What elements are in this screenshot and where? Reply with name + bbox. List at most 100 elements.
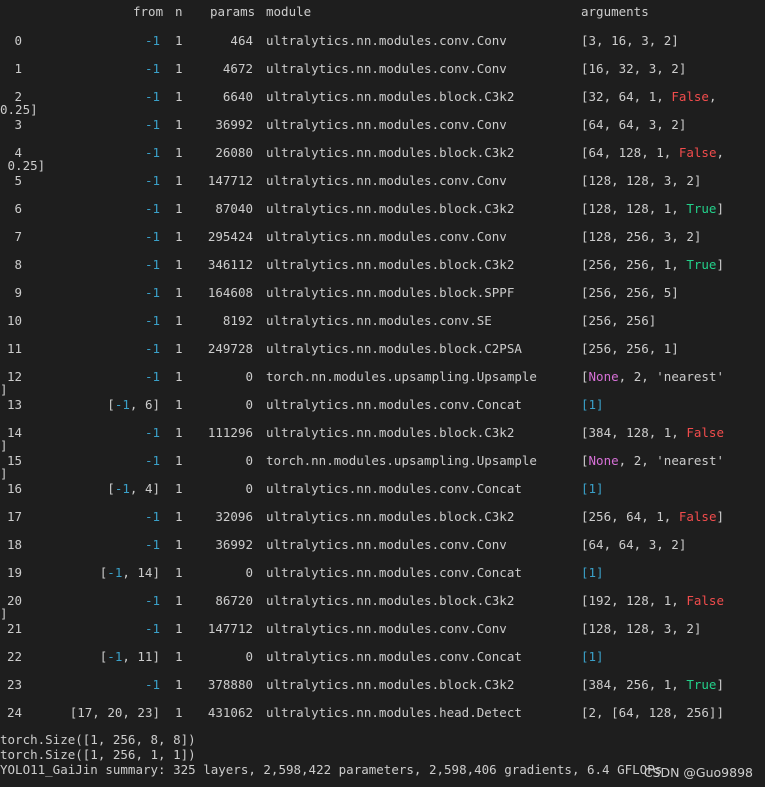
arguments-prefix: [64, 128, 1, (581, 145, 679, 160)
footer-summary-line: YOLO11_GaiJin summary: 325 layers, 2,598… (0, 762, 663, 777)
layer-params: 6640 (222, 89, 253, 104)
layer-arguments: [256, 256, 1, True] (581, 257, 724, 272)
layer-module: ultralytics.nn.modules.block.C3k2 (266, 425, 515, 440)
layer-params: 0 (245, 565, 253, 580)
layer-params: 36992 (215, 117, 253, 132)
arguments-prefix: [384, 128, 1, (581, 425, 687, 440)
layer-module: ultralytics.nn.modules.block.C3k2 (266, 201, 515, 216)
layer-arguments: [1] (581, 481, 604, 496)
arguments-bool: False (686, 425, 724, 440)
column-header-from: from (133, 4, 164, 19)
arguments-prefix: [256, 256, 1, (581, 257, 687, 272)
footer-size-line-2: torch.Size([1, 256, 1, 1]) (0, 747, 196, 762)
layer-params: 8192 (222, 313, 253, 328)
column-header-arguments: arguments (581, 4, 649, 19)
layer-arguments: [256, 64, 1, False] (581, 509, 724, 524)
arguments-bool: False (678, 509, 717, 524)
layer-arguments: [256, 256, 1] (581, 341, 679, 356)
layer-params: 464 (230, 33, 253, 48)
layer-module: ultralytics.nn.modules.head.Detect (266, 705, 522, 720)
layer-module: torch.nn.modules.upsampling.Upsample (266, 453, 537, 468)
layer-arguments: [1] (581, 565, 604, 580)
arguments-open: [ (581, 453, 589, 468)
layer-arguments: [1] (581, 649, 604, 664)
layer-params: 0 (245, 481, 253, 496)
layer-params: 86720 (215, 593, 253, 608)
arguments-suffix: ] (716, 201, 724, 216)
footer-size-line-1: torch.Size([1, 256, 8, 8]) (0, 732, 196, 747)
column-header-params: params (210, 4, 256, 19)
layer-module: ultralytics.nn.modules.conv.Conv (266, 33, 507, 48)
arguments-rest: , 2, 'nearest' (618, 369, 724, 384)
arguments-text: [1] (581, 481, 604, 496)
layer-arguments: [128, 256, 3, 2] (581, 229, 701, 244)
layer-arguments: [16, 32, 3, 2] (581, 61, 686, 76)
arguments-text: [128, 128, 3, 2] (581, 621, 702, 636)
layer-params: 4672 (222, 61, 253, 76)
layer-arguments: [256, 256, 5] (581, 285, 679, 300)
arguments-prefix: [128, 128, 1, (581, 201, 687, 216)
arguments-bool: False (671, 89, 709, 104)
arguments-text: [1] (581, 649, 604, 664)
arguments-prefix: [192, 128, 1, (581, 593, 687, 608)
wrapped-continuation: ] (0, 606, 8, 621)
arguments-text: [3, 16, 3, 2] (581, 33, 679, 48)
layer-arguments: [256, 256] (581, 313, 656, 328)
layer-params: 249728 (207, 341, 253, 356)
layer-arguments: [2, [64, 128, 256]] (581, 705, 724, 720)
layer-params: 295424 (207, 229, 253, 244)
wrapped-continuation: ] (0, 466, 8, 481)
layer-module: ultralytics.nn.modules.block.SPPF (266, 285, 515, 300)
layer-arguments: [64, 128, 1, False, (581, 145, 724, 160)
arguments-suffix: , (708, 89, 717, 104)
layer-arguments: [128, 128, 1, True] (581, 201, 724, 216)
layer-arguments: [1] (581, 397, 604, 412)
layer-module: ultralytics.nn.modules.block.C3k2 (266, 145, 515, 160)
layer-arguments: [64, 64, 3, 2] (581, 537, 686, 552)
arguments-bool: True (686, 257, 717, 272)
arguments-prefix: [384, 256, 1, (581, 677, 687, 692)
arguments-bool: True (686, 201, 717, 216)
arguments-bool: False (678, 145, 717, 160)
layer-module: ultralytics.nn.modules.conv.Conv (266, 229, 507, 244)
arguments-text: [256, 256, 5] (581, 285, 679, 300)
arguments-suffix: , (716, 145, 725, 160)
arguments-text: [256, 256] (581, 313, 657, 328)
layer-params: 0 (245, 397, 253, 412)
layer-arguments: [192, 128, 1, False (581, 593, 724, 608)
layer-module: ultralytics.nn.modules.conv.Concat (266, 565, 522, 580)
csdn-watermark: CSDN @Guo9898 (643, 765, 753, 780)
arguments-text: [64, 64, 3, 2] (581, 537, 687, 552)
wrapped-continuation: ] (0, 382, 8, 397)
layer-module: ultralytics.nn.modules.block.C3k2 (266, 257, 515, 272)
arguments-bool: False (686, 593, 724, 608)
layer-module: ultralytics.nn.modules.conv.SE (266, 313, 492, 328)
arguments-rest: , 2, 'nearest' (618, 453, 724, 468)
arguments-prefix: [256, 64, 1, (581, 509, 679, 524)
layer-params: 0 (245, 649, 253, 664)
layer-arguments: [384, 128, 1, False (581, 425, 724, 440)
arguments-text: [128, 128, 3, 2] (581, 173, 702, 188)
arguments-prefix: [32, 64, 1, (581, 89, 672, 104)
layer-params: 32096 (215, 509, 253, 524)
layer-params: 36992 (215, 537, 253, 552)
layer-module: ultralytics.nn.modules.block.C2PSA (266, 341, 522, 356)
layer-module: ultralytics.nn.modules.block.C3k2 (266, 677, 515, 692)
wrapped-continuation: ] (0, 438, 8, 453)
arguments-suffix: ] (716, 257, 724, 272)
layer-arguments: [3, 16, 3, 2] (581, 33, 679, 48)
arguments-suffix: ] (716, 509, 725, 524)
layer-module: ultralytics.nn.modules.block.C3k2 (266, 89, 515, 104)
arguments-text: [256, 256, 1] (581, 341, 679, 356)
layer-arguments: [None, 2, 'nearest' (581, 453, 724, 468)
layer-params: 0 (245, 453, 253, 468)
arguments-open: [ (581, 369, 589, 384)
column-header-module: module (266, 4, 312, 19)
layer-params: 147712 (207, 173, 253, 188)
layer-params: 111296 (207, 425, 253, 440)
layer-arguments: [128, 128, 3, 2] (581, 173, 701, 188)
arguments-bool: True (686, 677, 717, 692)
arguments-none: None (588, 453, 619, 468)
arguments-text: [128, 256, 3, 2] (581, 229, 702, 244)
wrapped-continuation: 0.25] (0, 102, 38, 117)
